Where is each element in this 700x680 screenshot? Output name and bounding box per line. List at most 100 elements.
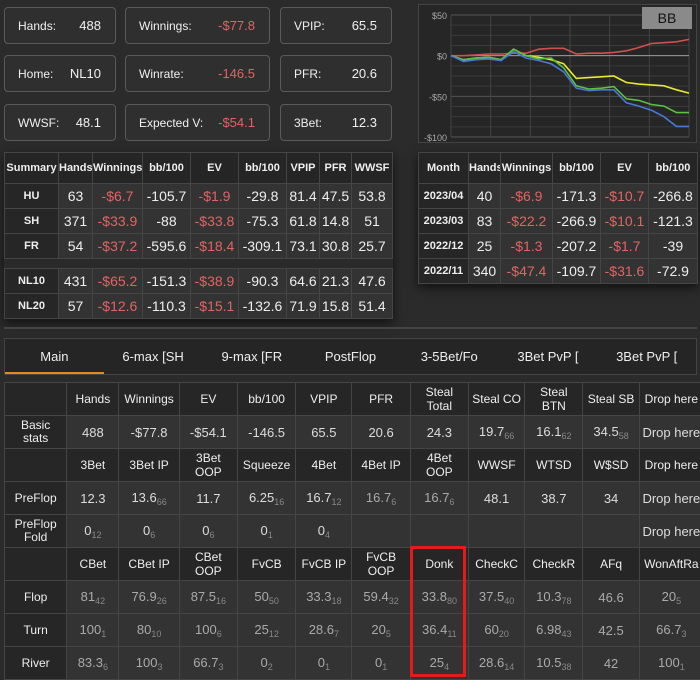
column-header[interactable]: EV — [178, 382, 238, 416]
stat-cell[interactable]: 34 — [582, 481, 640, 515]
stat-cell[interactable]: 33.318 — [295, 580, 353, 614]
stat-cell[interactable]: 8010 — [118, 613, 180, 647]
column-header[interactable]: bb/100 — [648, 152, 698, 184]
stat-cell[interactable]: 20.6 — [351, 415, 411, 449]
stat-cell[interactable]: 205 — [638, 580, 700, 614]
column-header[interactable]: Hands — [66, 382, 120, 416]
stat-cell[interactable]: 76.926 — [118, 580, 180, 614]
column-header[interactable]: CBet OOP — [178, 547, 238, 581]
stat-cell[interactable]: -$77.8 — [118, 415, 180, 449]
tab-postflop[interactable]: PostFlop — [301, 339, 400, 374]
stat-cell[interactable]: 36.411 — [409, 613, 469, 647]
column-header[interactable]: 3Bet OOP — [178, 448, 238, 482]
column-header[interactable]: PFR — [351, 382, 411, 416]
stat-cell[interactable]: 66.73 — [638, 613, 700, 647]
stat-cell[interactable]: 33.880 — [409, 580, 469, 614]
column-header[interactable]: CBet IP — [118, 547, 180, 581]
stat-cell[interactable]: -146.5 — [236, 415, 297, 449]
stat-cell[interactable]: 16.76 — [409, 481, 469, 515]
column-header[interactable]: FvCB IP — [295, 547, 353, 581]
drop-zone[interactable]: Drop here — [638, 415, 700, 449]
stat-cell[interactable]: 5050 — [236, 580, 297, 614]
stat-cell[interactable]: 06 — [118, 514, 180, 548]
column-header[interactable]: 3Bet IP — [118, 448, 180, 482]
stat-cell[interactable]: 12.3 — [66, 481, 120, 515]
column-header[interactable]: WonAftRa — [638, 547, 700, 581]
stat-cell[interactable]: 59.432 — [351, 580, 411, 614]
column-header[interactable]: CBet — [66, 547, 120, 581]
column-header[interactable]: FvCB OOP — [351, 547, 411, 581]
stat-cell[interactable]: 65.5 — [295, 415, 353, 449]
stat-cell[interactable]: 254 — [409, 646, 469, 680]
table-row[interactable]: 2023/03 83 -$22.2 -266.9 -$10.1 -121.3 — [418, 208, 698, 234]
column-header[interactable]: CheckC — [467, 547, 526, 581]
tab-6-max-sh[interactable]: 6-max [SH — [104, 339, 203, 374]
table-row[interactable]: NL20 57 -$12.6 -110.3 -$15.1 -132.6 71.9 15.8 51… — [4, 293, 393, 319]
table-row[interactable]: 2023/04 40 -$6.9 -171.3 -$10.7 -266.8 — [418, 183, 698, 209]
stat-cell[interactable]: 6020 — [467, 613, 526, 647]
bb-toggle-button[interactable]: BB — [642, 7, 692, 29]
stat-cell[interactable]: 42 — [582, 646, 640, 680]
drop-zone[interactable]: Drop here — [638, 448, 700, 482]
column-header[interactable]: Winnings — [118, 382, 180, 416]
stat-cell[interactable]: 34.558 — [582, 415, 640, 449]
column-header[interactable]: Hands — [468, 152, 501, 184]
column-header[interactable]: Donk — [409, 547, 469, 581]
table-row[interactable]: FR 54 -$37.2 -595.6 -$18.4 -309.1 73.1 30.8 25.7 — [4, 233, 393, 259]
column-header[interactable]: W$SD — [582, 448, 640, 482]
stat-cell[interactable]: 37.540 — [467, 580, 526, 614]
stat-cell[interactable]: 6.9843 — [524, 613, 584, 647]
column-header[interactable]: CheckR — [524, 547, 584, 581]
column-header[interactable]: WWSF — [467, 448, 526, 482]
column-header[interactable]: Winnings — [92, 152, 143, 184]
column-header[interactable] — [3, 547, 68, 581]
stat-cell[interactable]: 1001 — [66, 613, 120, 647]
stat-cell[interactable]: 01 — [295, 646, 353, 680]
column-header[interactable]: 4Bet OOP — [409, 448, 469, 482]
drop-zone[interactable]: Drop here — [638, 481, 700, 515]
stat-cell[interactable]: 83.36 — [66, 646, 120, 680]
stat-cell[interactable]: 10.378 — [524, 580, 584, 614]
stat-cell[interactable]: 16.712 — [295, 481, 353, 515]
stat-cell[interactable]: 19.766 — [467, 415, 526, 449]
stat-cell[interactable]: 1006 — [178, 613, 238, 647]
column-header[interactable]: VPIP — [295, 382, 353, 416]
column-header[interactable]: Steal BTN — [524, 382, 584, 416]
stat-cell[interactable]: 38.7 — [524, 481, 584, 515]
column-header[interactable]: bb/100 — [238, 152, 287, 184]
stat-cell[interactable]: 10.538 — [524, 646, 584, 680]
column-header[interactable]: Winnings — [500, 152, 553, 184]
tab-3bet-pvp[interactable]: 3Bet PvP [ — [499, 339, 598, 374]
stat-cell[interactable]: 02 — [236, 646, 297, 680]
stat-cell[interactable]: -$54.1 — [178, 415, 238, 449]
column-header[interactable]: WWSF — [351, 152, 393, 184]
stat-cell[interactable]: 012 — [66, 514, 120, 548]
stat-cell[interactable]: 1003 — [118, 646, 180, 680]
stat-cell[interactable]: 13.666 — [118, 481, 180, 515]
column-header[interactable]: FvCB — [236, 547, 297, 581]
stat-cell[interactable]: 2512 — [236, 613, 297, 647]
column-header[interactable] — [3, 448, 68, 482]
column-header[interactable]: Squeeze — [236, 448, 297, 482]
stat-cell[interactable]: 16.162 — [524, 415, 584, 449]
column-header[interactable]: AFq — [582, 547, 640, 581]
stat-cell[interactable]: 87.516 — [178, 580, 238, 614]
stat-cell[interactable]: 28.614 — [467, 646, 526, 680]
stat-cell[interactable]: 42.5 — [582, 613, 640, 647]
drop-zone[interactable]: Drop here — [638, 382, 700, 416]
stat-cell[interactable] — [524, 514, 584, 548]
column-header[interactable]: EV — [190, 152, 239, 184]
column-header[interactable]: 3Bet — [66, 448, 120, 482]
stat-cell[interactable]: 28.67 — [295, 613, 353, 647]
stat-cell[interactable]: 6.2516 — [236, 481, 297, 515]
stat-cell[interactable] — [582, 514, 640, 548]
table-row[interactable]: SH 371 -$33.9 -88 -$33.8 -75.3 61.8 14.8 51 — [4, 208, 393, 234]
stat-cell[interactable]: 205 — [351, 613, 411, 647]
stat-cell[interactable] — [467, 514, 526, 548]
column-header[interactable]: bb/100 — [552, 152, 601, 184]
column-header[interactable]: bb/100 — [142, 152, 191, 184]
column-header[interactable]: VPIP — [286, 152, 320, 184]
tab-9-max-fr[interactable]: 9-max [FR — [202, 339, 301, 374]
tab-main[interactable]: Main — [5, 339, 104, 374]
column-header[interactable] — [3, 382, 68, 416]
